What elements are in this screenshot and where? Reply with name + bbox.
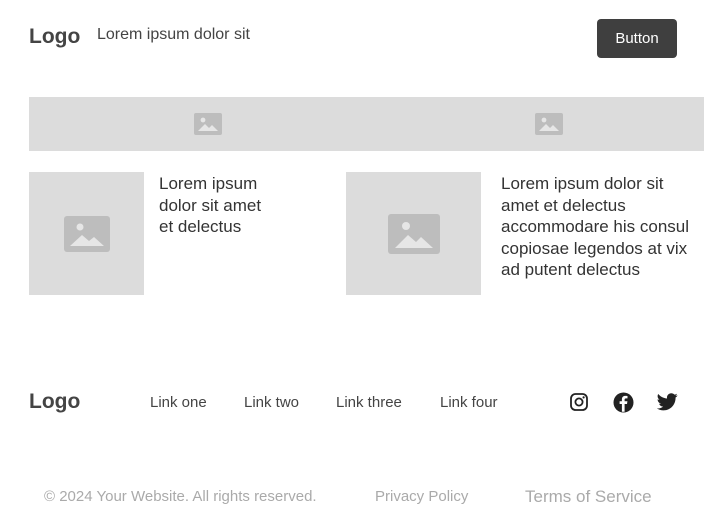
header-logo[interactable]: Logo [29, 25, 80, 49]
instagram-icon[interactable] [568, 391, 590, 413]
banner-image-placeholder [29, 97, 704, 151]
footer-link-three[interactable]: Link three [336, 394, 402, 411]
header-tagline: Lorem ipsum dolor sit [97, 26, 250, 43]
header-button[interactable]: Button [597, 19, 677, 58]
footer-link-four[interactable]: Link four [440, 394, 498, 411]
footer-link-two[interactable]: Link two [244, 394, 299, 411]
card-image-placeholder [346, 172, 481, 295]
twitter-icon[interactable] [656, 391, 678, 413]
terms-of-service-link[interactable]: Terms of Service [525, 487, 652, 507]
image-icon [63, 215, 110, 252]
image-icon [194, 113, 222, 135]
footer-link-one[interactable]: Link one [150, 394, 207, 411]
card-text: Lorem ipsum dolor sit amet et delectus a… [501, 174, 690, 280]
footer-logo[interactable]: Logo [29, 390, 80, 414]
privacy-policy-link[interactable]: Privacy Policy [375, 488, 468, 505]
card-image-placeholder [29, 172, 144, 295]
facebook-icon[interactable] [612, 391, 634, 413]
image-icon [535, 113, 563, 135]
image-icon [387, 213, 440, 254]
card-text: Lorem ipsum dolor sit amet et delectus [159, 174, 262, 237]
copyright-text: © 2024 Your Website. All rights reserved… [44, 488, 317, 505]
